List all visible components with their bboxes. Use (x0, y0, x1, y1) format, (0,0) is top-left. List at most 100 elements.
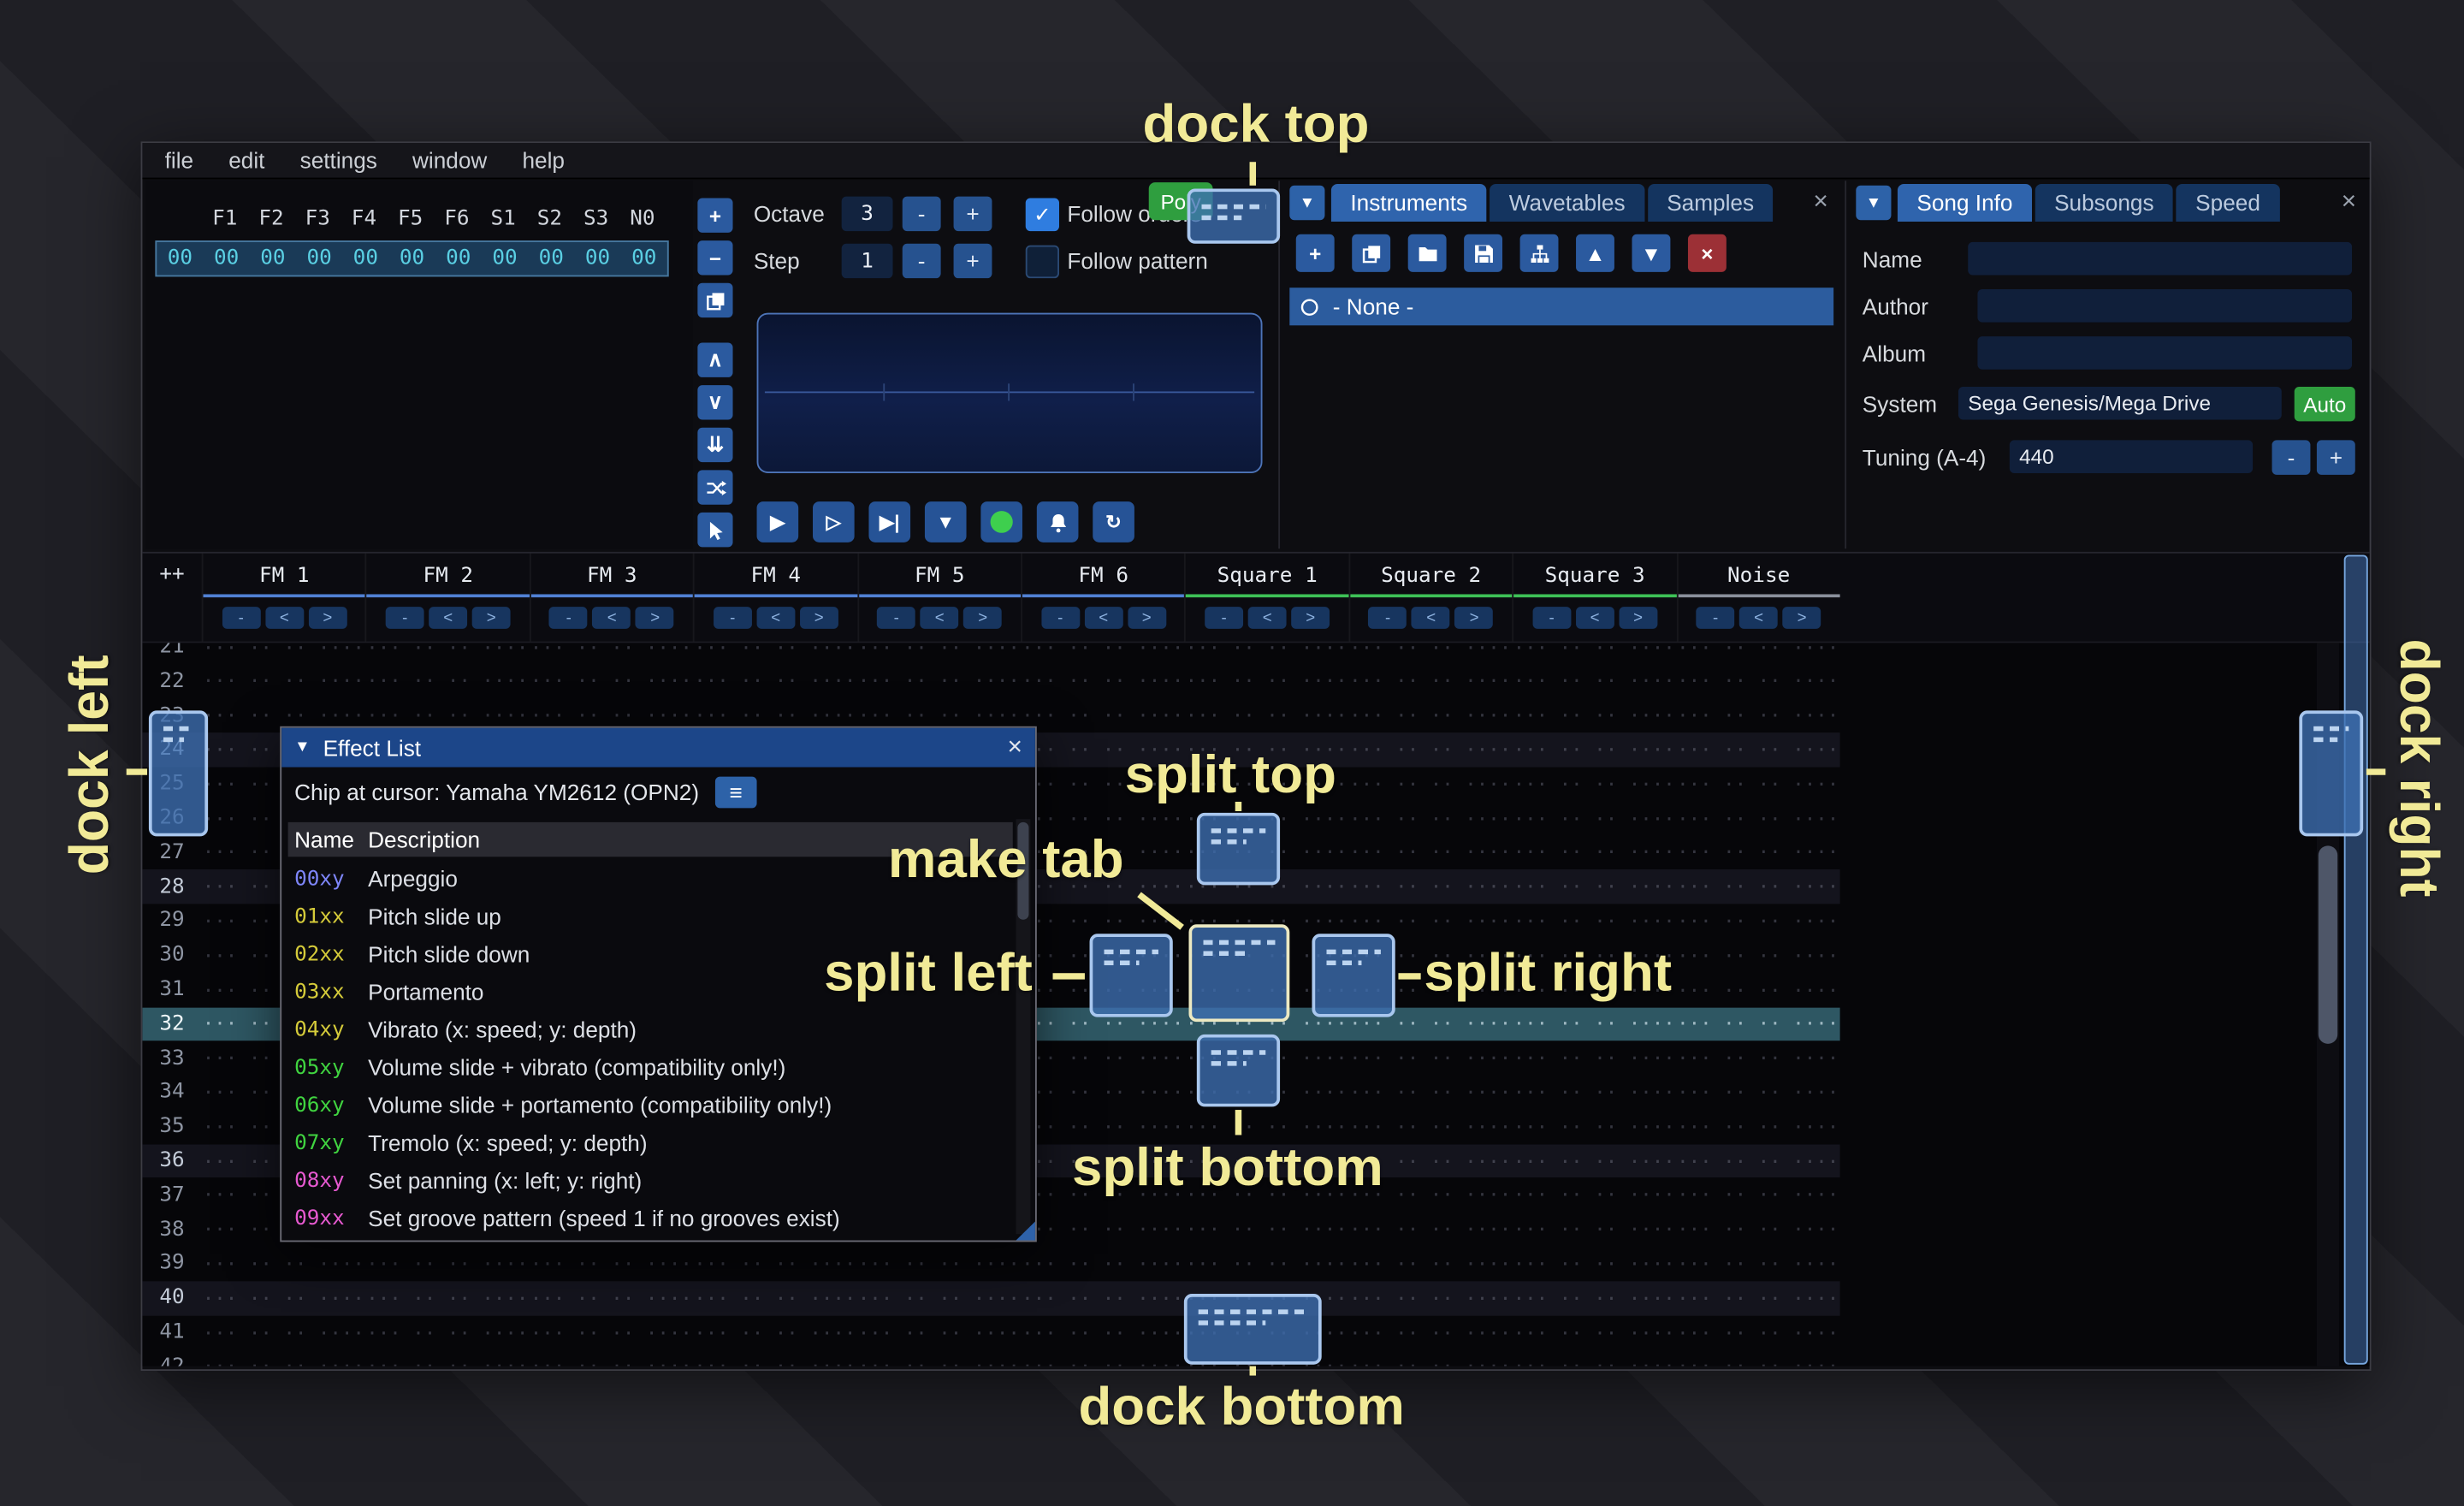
pattern-cell[interactable]: ··· ·· ·· ···· (530, 643, 693, 658)
pattern-cell[interactable]: ··· ·· ·· ···· (1512, 808, 1675, 830)
pattern-cell[interactable]: ··· ·· ·· ···· (1348, 1218, 1512, 1241)
pattern-cell[interactable]: ··· ·· ·· ···· (1676, 1082, 1839, 1104)
pattern-cell[interactable]: ··· ·· ·· ···· (1676, 1253, 1839, 1275)
tab-wavetables[interactable]: Wavetables (1490, 184, 1644, 222)
pattern-cell[interactable]: ··· ·· ·· ···· (365, 1253, 529, 1275)
instrument-folders-button[interactable] (1520, 234, 1559, 272)
dock-target-bottom[interactable] (1184, 1294, 1322, 1365)
pattern-cell[interactable]: ··· ·· ·· ···· (1512, 1355, 1675, 1366)
pattern-cell[interactable]: ··· ·· ·· ···· (530, 670, 693, 692)
channel-header-fm-6[interactable]: FM 6-<> (1021, 554, 1184, 642)
pattern-cell[interactable]: ··· ·· ·· ···· (365, 1287, 529, 1309)
channel-shrink-button[interactable]: < (921, 607, 959, 629)
order-cell[interactable]: 00 (482, 246, 528, 270)
pattern-cell[interactable]: ··· ·· ·· ···· (1512, 876, 1675, 898)
pattern-cell[interactable]: ··· ·· ·· ···· (202, 1287, 365, 1309)
pattern-cell[interactable]: ··· ·· ·· ···· (530, 1253, 693, 1275)
pattern-cell[interactable]: ··· ·· ·· ···· (365, 1321, 529, 1343)
channel-shrink-button[interactable]: < (1084, 607, 1122, 629)
channel-collapse-button[interactable]: - (877, 607, 915, 629)
pattern-cell[interactable]: ··· ·· ·· ···· (1512, 1218, 1675, 1241)
dock-target-right[interactable] (2299, 710, 2363, 836)
channel-header-square-1[interactable]: Square 1-<> (1185, 554, 1348, 642)
song-info-close-icon[interactable]: × (2333, 188, 2365, 216)
pattern-cell[interactable]: ··· ·· ·· ···· (1348, 738, 1512, 761)
pattern-cell[interactable]: ··· ·· ·· ···· (202, 1253, 365, 1275)
metronome-button[interactable] (1037, 501, 1079, 543)
delete-instrument-button[interactable]: × (1688, 234, 1727, 272)
pattern-cell[interactable]: ··· ·· ·· ···· (1512, 1287, 1675, 1309)
pattern-cell[interactable]: ··· ·· ·· ···· (693, 1287, 856, 1309)
pattern-cell[interactable]: ··· ·· ·· ···· (202, 643, 365, 658)
pattern-cell[interactable]: ··· ·· ·· ···· (202, 1355, 365, 1366)
channel-collapse-button[interactable]: - (222, 607, 260, 629)
pattern-cell[interactable]: ··· ·· ·· ···· (365, 1355, 529, 1366)
pattern-cell[interactable]: ··· ·· ·· ···· (530, 1287, 693, 1309)
pattern-cell[interactable]: ··· ·· ·· ···· (1021, 1047, 1184, 1070)
channel-grow-button[interactable]: > (1455, 607, 1494, 629)
instruments-close-icon[interactable]: × (1804, 188, 1836, 216)
pattern-cell[interactable]: ··· ·· ·· ···· (1348, 1253, 1512, 1275)
pattern-cell[interactable]: ··· ·· ·· ···· (530, 704, 693, 726)
pattern-cell[interactable]: ··· ·· ·· ···· (857, 1253, 1021, 1275)
record-button[interactable] (980, 501, 1022, 543)
channel-collapse-button[interactable]: - (1041, 607, 1080, 629)
channel-shrink-button[interactable]: < (1248, 607, 1287, 629)
split-target-left[interactable] (1090, 934, 1173, 1017)
pattern-cell[interactable]: ··· ·· ·· ···· (1348, 670, 1512, 692)
pattern-cell[interactable]: ··· ·· ·· ···· (1348, 1321, 1512, 1343)
move-order-down-button[interactable]: ∨ (697, 385, 732, 419)
channel-shrink-button[interactable]: < (265, 607, 304, 629)
pattern-cell[interactable]: ··· ·· ·· ···· (1512, 774, 1675, 796)
pattern-cell[interactable]: ··· ·· ·· ···· (1512, 738, 1675, 761)
channel-header-fm-3[interactable]: FM 3-<> (530, 554, 693, 642)
tuning-field[interactable]: 440 (2010, 440, 2253, 473)
tab-subsongs[interactable]: Subsongs (2035, 184, 2173, 222)
pattern-cell[interactable]: ··· ·· ·· ···· (1021, 1116, 1184, 1138)
add-instrument-button[interactable]: + (1296, 234, 1335, 272)
effect-list-titlebar[interactable]: ▼ Effect List × (281, 728, 1035, 768)
channel-header-fm-2[interactable]: FM 2-<> (365, 554, 529, 642)
pattern-cell[interactable]: ··· ·· ·· ···· (1676, 910, 1839, 933)
pattern-cell[interactable]: ··· ·· ·· ···· (1185, 1253, 1348, 1275)
tab-song-info[interactable]: Song Info (1898, 184, 2032, 222)
pattern-cell[interactable]: ··· ·· ·· ···· (1021, 1082, 1184, 1104)
move-instrument-up-button[interactable]: ▲ (1576, 234, 1614, 272)
pattern-cell[interactable]: ··· ·· ·· ···· (1512, 1184, 1675, 1207)
pattern-cell[interactable]: ··· ·· ·· ···· (1021, 808, 1184, 830)
pattern-cell[interactable]: ··· ·· ·· ···· (1676, 1150, 1839, 1172)
pattern-cell[interactable]: ··· ·· ·· ···· (857, 1321, 1021, 1343)
pattern-cell[interactable]: ··· ·· ·· ···· (1021, 1218, 1184, 1241)
system-select[interactable]: Sega Genesis/Mega Drive (1958, 387, 2282, 420)
pattern-cell[interactable]: ··· ·· ·· ···· (1512, 1082, 1675, 1104)
channel-header-square-2[interactable]: Square 2-<> (1348, 554, 1512, 642)
order-cell[interactable]: 00 (388, 246, 435, 270)
pattern-cell[interactable]: ··· ·· ·· ···· (202, 1321, 365, 1343)
pattern-cell[interactable]: ··· ·· ·· ···· (1676, 808, 1839, 830)
tab-speed[interactable]: Speed (2177, 184, 2280, 222)
menu-settings[interactable]: settings (300, 148, 377, 173)
pattern-cell[interactable]: ··· ·· ·· ···· (1348, 643, 1512, 658)
order-cell[interactable]: 00 (435, 246, 482, 270)
channel-header-square-3[interactable]: Square 3-<> (1512, 554, 1675, 642)
add-order-button[interactable]: + (697, 198, 732, 232)
song-info-tab-list-button[interactable]: ▼ (1856, 186, 1891, 220)
octave-plus-button[interactable]: + (954, 197, 992, 231)
pattern-cell[interactable]: ··· ·· ·· ···· (1512, 842, 1675, 864)
instrument-list-item[interactable]: - None - (1289, 288, 1833, 325)
pattern-cell[interactable]: ··· ·· ·· ···· (1021, 1287, 1184, 1309)
pattern-cell[interactable]: ··· ·· ·· ···· (1676, 1321, 1839, 1343)
pattern-cell[interactable]: ··· ·· ·· ···· (1676, 670, 1839, 692)
channel-grow-button[interactable]: > (472, 607, 511, 629)
pattern-cell[interactable]: ··· ·· ·· ···· (1348, 910, 1512, 933)
save-instrument-button[interactable] (1464, 234, 1502, 272)
resize-grip-icon[interactable] (1016, 1222, 1035, 1241)
pattern-cell[interactable]: ··· ·· ·· ···· (693, 1253, 856, 1275)
pattern-cell[interactable]: ··· ·· ·· ···· (693, 1355, 856, 1366)
pattern-cell[interactable]: ··· ·· ·· ···· (1348, 774, 1512, 796)
step-minus-button[interactable]: - (903, 244, 941, 278)
pattern-cell[interactable]: ··· ·· ·· ···· (693, 1321, 856, 1343)
pattern-cell[interactable]: ··· ·· ·· ···· (693, 704, 856, 726)
channel-grow-button[interactable]: > (1291, 607, 1330, 629)
channel-shrink-button[interactable]: < (1412, 607, 1450, 629)
